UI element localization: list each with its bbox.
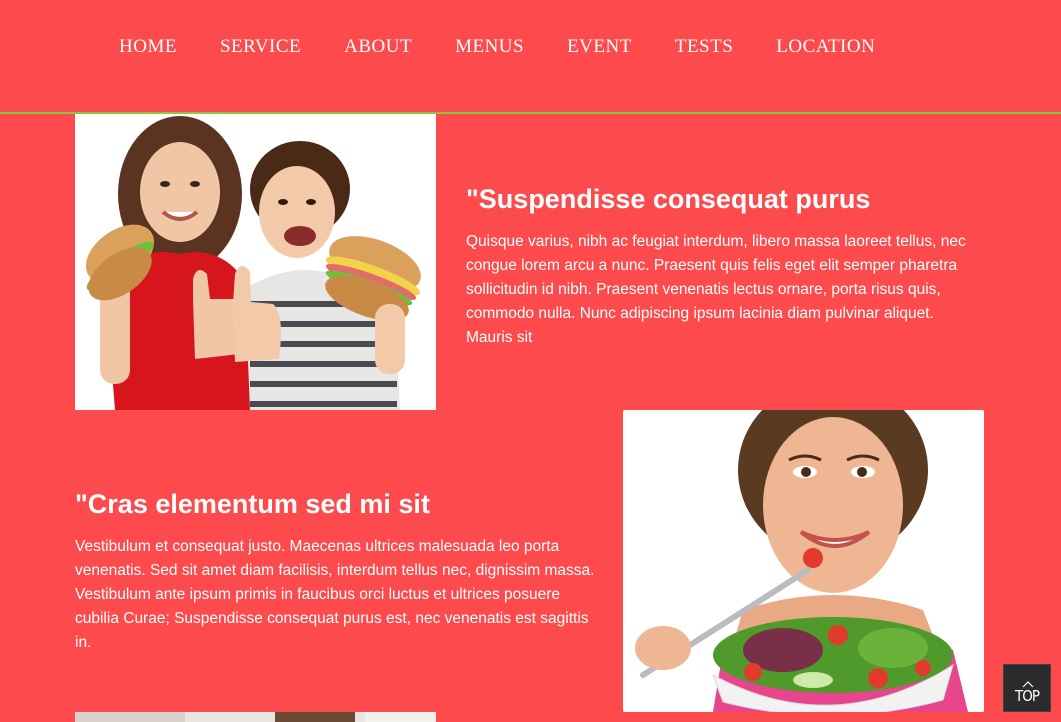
woman-salad-photo xyxy=(623,410,984,712)
back-to-top-button[interactable]: TOP xyxy=(1003,664,1051,712)
back-to-top-label: TOP xyxy=(1015,687,1040,705)
feature-text-2: Vestibulum et consequat justo. Maecenas … xyxy=(75,538,595,651)
feature-text-1: Quisque varius, nibh ac feugiat interdum… xyxy=(466,233,966,346)
nav-item-menus[interactable]: MENUS xyxy=(455,34,524,60)
nav-item-home[interactable]: HOME xyxy=(119,34,177,60)
nav-menu: HOME SERVICE ABOUT MENUS EVENT TESTS LOC… xyxy=(119,34,875,60)
feature-title-2: "Cras elementum sed mi sit xyxy=(75,489,430,519)
bottom-photo xyxy=(75,712,436,722)
feature-block-1: "Suspendisse consequat purus Quisque var… xyxy=(466,182,986,350)
navbar: HOME SERVICE ABOUT MENUS EVENT TESTS LOC… xyxy=(0,0,1061,114)
feature-title-1: "Suspendisse consequat purus xyxy=(466,184,871,214)
nav-item-event[interactable]: EVENT xyxy=(567,34,632,60)
nav-item-about[interactable]: ABOUT xyxy=(344,34,412,60)
nav-item-tests[interactable]: TESTS xyxy=(675,34,733,60)
nav-item-location[interactable]: LOCATION xyxy=(776,34,875,60)
page: HOME SERVICE ABOUT MENUS EVENT TESTS LOC… xyxy=(0,0,1061,722)
feature-block-2: "Cras elementum sed mi sit Vestibulum et… xyxy=(75,487,605,655)
kids-sandwich-photo xyxy=(75,114,436,410)
nav-item-service[interactable]: SERVICE xyxy=(220,34,301,60)
